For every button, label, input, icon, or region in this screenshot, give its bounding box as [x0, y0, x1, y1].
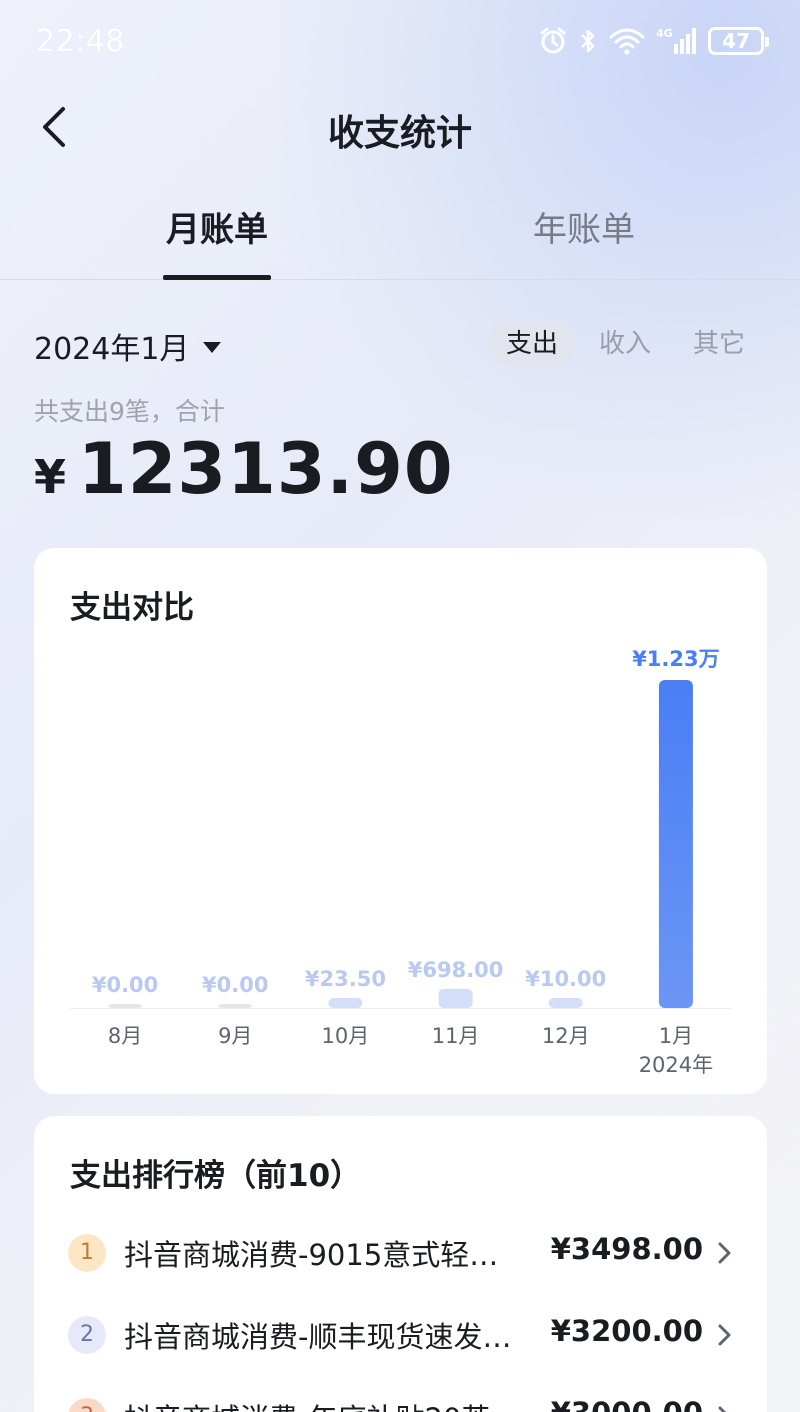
ranking-title: 支出排行榜（前10） [70, 1158, 362, 1194]
rank-item-name: 抖音商城消费-9015意式轻… [124, 1238, 499, 1272]
signal-icon: 4G [656, 27, 696, 54]
rank-item-name: 抖音商城消费-顺丰现货速发… [124, 1320, 512, 1354]
alarm-icon [540, 27, 566, 54]
bluetooth-icon [581, 29, 595, 53]
wifi-icon [609, 28, 645, 55]
chart-tick-sublabel: 2024年 [639, 1053, 713, 1077]
chart-value-label: ¥10.00 [525, 967, 606, 991]
chart-tick-label: 1月 [659, 1024, 693, 1048]
chart-bar[interactable] [328, 998, 363, 1008]
bill-tabs: 月账单 年账单 [0, 196, 800, 280]
page-title: 收支统计 [327, 113, 472, 154]
tab-monthly-bill[interactable]: 月账单 [163, 202, 271, 280]
rank-item-amount: ¥3498.00 [550, 1232, 703, 1266]
rank-badge: 1 [68, 1234, 106, 1272]
chart-title: 支出对比 [70, 590, 194, 626]
battery-icon: 47 [708, 27, 769, 55]
month-label: 2024年1月 [34, 332, 190, 367]
segment-expense[interactable]: 支出 [489, 322, 575, 366]
ranking-item[interactable]: 3 抖音商城消费-年底补贴20英… ¥3000.00 [34, 1386, 767, 1412]
chart-bar[interactable] [548, 998, 583, 1008]
battery-level: 47 [722, 29, 750, 53]
chart-bar[interactable] [108, 1004, 143, 1008]
status-icons: 4G 47 [538, 24, 769, 58]
rank-badge: 3 [68, 1398, 106, 1412]
chart-tick-label: 8月 [108, 1024, 142, 1048]
chevron-right-icon [718, 1242, 731, 1264]
total-amount: 12313.90 [78, 428, 454, 510]
chevron-right-icon [718, 1324, 731, 1346]
expense-bar-chart: ¥0.00 8月 ¥0.00 9月 ¥23.50 10月 ¥698.00 11月 ¥10.00 1… [70, 647, 731, 1077]
chart-value-label: ¥1.23万 [632, 647, 719, 671]
header: 收支统计 [0, 90, 800, 166]
chart-value-label: ¥0.00 [202, 973, 268, 997]
summary-label: 共支出9笔，合计 [34, 397, 225, 426]
ranking-item[interactable]: 2 抖音商城消费-顺丰现货速发… ¥3200.00 [34, 1304, 767, 1364]
ranking-item[interactable]: 1 抖音商城消费-9015意式轻… ¥3498.00 [34, 1222, 767, 1282]
month-selector[interactable]: 2024年1月 [34, 324, 222, 368]
total-expense: ¥ 12313.90 [34, 428, 454, 510]
expense-ranking-card: 支出排行榜（前10） 1 抖音商城消费-9015意式轻… ¥3498.00 2 抖音商城… [34, 1116, 767, 1412]
chart-bar[interactable] [658, 680, 693, 1008]
caret-down-icon [203, 341, 222, 353]
filter-row: 2024年1月 支出 收入 其它 [0, 322, 800, 368]
chart-bar[interactable] [438, 988, 473, 1008]
chart-tick-label: 9月 [218, 1024, 252, 1048]
chart-bar[interactable] [218, 1004, 253, 1008]
chart-tick-label: 10月 [322, 1024, 370, 1048]
segment-other[interactable]: 其它 [684, 322, 754, 366]
chart-tick-label: 11月 [432, 1024, 480, 1048]
segment-income[interactable]: 收入 [590, 322, 660, 366]
chart-tick-label: 12月 [542, 1024, 590, 1048]
tab-indicator [163, 275, 271, 280]
chart-value-label: ¥23.50 [305, 967, 386, 991]
chevron-right-icon [718, 1406, 727, 1412]
chart-value-label: ¥698.00 [408, 958, 504, 982]
network-label: 4G [656, 27, 673, 40]
tab-yearly-bill[interactable]: 年账单 [530, 202, 638, 280]
rank-item-amount: ¥3200.00 [550, 1314, 703, 1348]
expense-comparison-card: ¥0.00 8月 ¥0.00 9月 ¥23.50 10月 ¥698.00 11月 ¥10.00 1… [34, 548, 767, 1094]
rank-badge: 2 [68, 1316, 106, 1354]
chart-value-label: ¥0.00 [92, 973, 158, 997]
status-time: 22:48 [36, 24, 125, 59]
rank-item-amount: ¥3000.00 [551, 1396, 703, 1412]
status-bar: 22:48 4G 47 [0, 0, 800, 84]
rank-item-name: 抖音商城消费-年底补贴20英… [124, 1396, 519, 1412]
currency-symbol: ¥ [34, 450, 67, 504]
